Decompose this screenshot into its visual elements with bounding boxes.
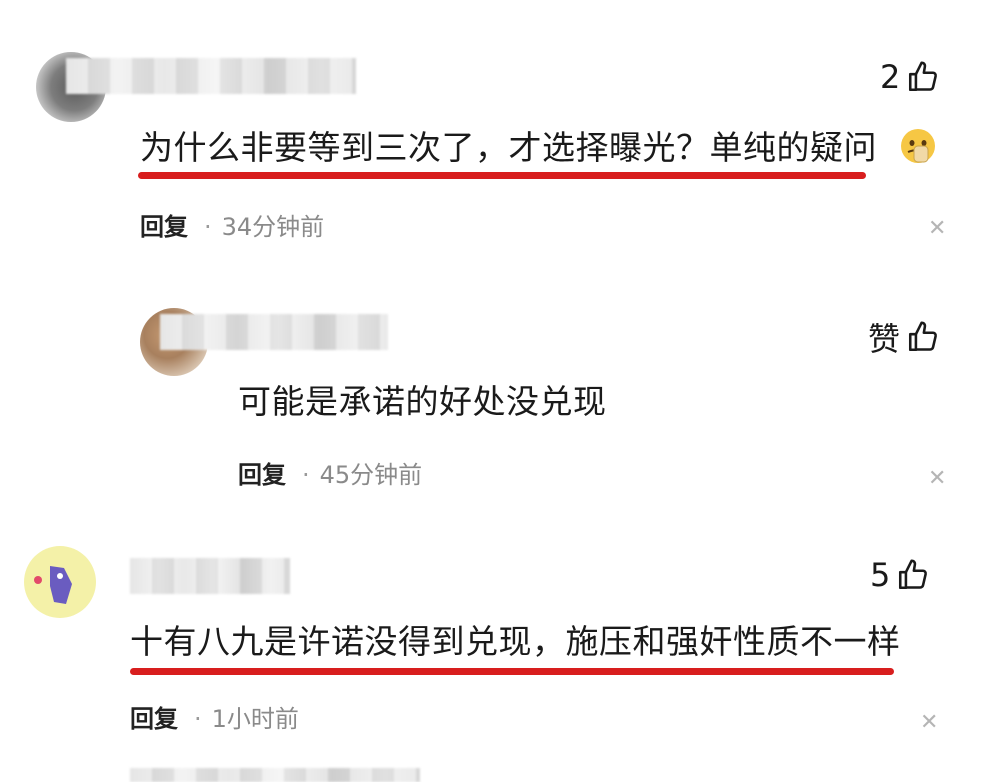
reply-button[interactable]: 回复: [140, 213, 188, 241]
separator-dot: ·: [302, 461, 310, 489]
timestamp: 1小时前: [211, 705, 299, 733]
comment-text: 可能是承诺的好处没兑现: [238, 382, 607, 421]
avatar-illustration: [34, 566, 72, 604]
comment-meta: 回复 · 1小时前: [130, 704, 299, 734]
comment-1: 2 为什么非要等到三次了，才选择曝光？单纯的疑问 回复 · 34分钟前 ✕: [0, 0, 989, 260]
like-button[interactable]: 赞: [868, 314, 940, 360]
like-count: 5: [870, 556, 891, 594]
separator-dot: ·: [194, 705, 202, 733]
reply-button[interactable]: 回复: [130, 705, 178, 733]
close-icon[interactable]: ✕: [920, 710, 938, 735]
comment-3: 5 十有八九是许诺没得到兑现，施压和强奸性质不一样 回复 · 1小时前 ✕: [0, 530, 989, 782]
like-button[interactable]: 2: [880, 58, 940, 96]
like-count: 2: [880, 58, 901, 96]
close-icon[interactable]: ✕: [928, 466, 946, 491]
next-comment-blurred: [130, 768, 420, 782]
reply-button[interactable]: 回复: [238, 461, 286, 489]
thumbs-up-icon: [899, 559, 928, 590]
comment-text: 十有八九是许诺没得到兑现，施压和强奸性质不一样: [130, 622, 901, 661]
username-blurred[interactable]: [130, 558, 290, 594]
thumbs-up-icon: [908, 321, 937, 352]
face-emoji-icon: [901, 129, 935, 163]
highlight-underline: [138, 172, 866, 179]
comment-meta: 回复 · 45分钟前: [238, 460, 422, 490]
username-blurred[interactable]: [66, 58, 356, 94]
like-label: 赞: [868, 320, 901, 358]
comment-2-reply: 赞 可能是承诺的好处没兑现 回复 · 45分钟前 ✕: [0, 290, 989, 520]
close-icon[interactable]: ✕: [928, 216, 946, 241]
thumbs-up-icon: [909, 61, 938, 92]
like-button[interactable]: 5: [870, 556, 930, 594]
timestamp: 34分钟前: [221, 213, 325, 241]
comment-meta: 回复 · 34分钟前: [140, 212, 324, 242]
timestamp: 45分钟前: [319, 461, 423, 489]
comment-text: 为什么非要等到三次了，才选择曝光？单纯的疑问: [140, 128, 877, 167]
highlight-underline: [130, 668, 894, 675]
separator-dot: ·: [204, 213, 212, 241]
avatar[interactable]: [24, 546, 96, 618]
username-blurred[interactable]: [160, 314, 388, 350]
